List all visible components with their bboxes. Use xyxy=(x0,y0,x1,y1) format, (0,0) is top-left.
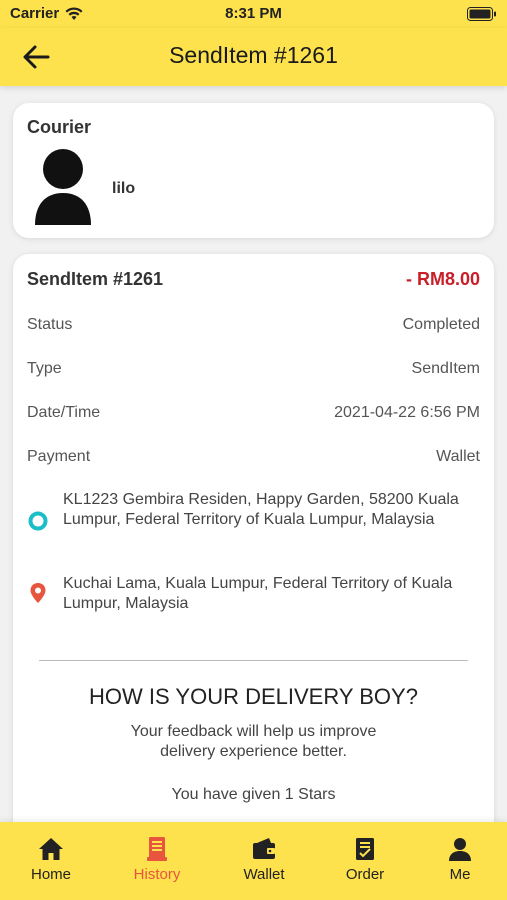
type-value: SendItem xyxy=(411,360,480,377)
home-icon xyxy=(39,838,63,860)
type-label: Type xyxy=(27,360,62,377)
pickup-circle-icon xyxy=(28,511,48,531)
tab-me[interactable]: Me xyxy=(420,836,500,883)
page-title: SendItem #1261 xyxy=(169,42,338,68)
pickup-address: KL1223 Gembira Residen, Happy Garden, 58… xyxy=(27,490,480,552)
tab-wallet[interactable]: Wallet xyxy=(224,836,304,883)
rating-given-text: You have given 1 Stars xyxy=(171,786,336,803)
status-label: Status xyxy=(27,316,73,333)
order-detail-card: SendItem #1261 - RM8.00 Status Completed… xyxy=(13,254,494,822)
battery-icon xyxy=(467,7,496,21)
tab-wallet-label: Wallet xyxy=(243,866,285,883)
tab-me-label: Me xyxy=(449,866,471,883)
feedback-title: HOW IS YOUR DELIVERY BOY? xyxy=(89,684,418,709)
order-icon xyxy=(356,838,374,860)
wallet-icon xyxy=(253,838,275,859)
courier-name: lilo xyxy=(112,180,136,197)
type-row: Type SendItem xyxy=(27,360,480,382)
status-row: Status Completed xyxy=(27,316,480,338)
tab-home-label: Home xyxy=(30,866,71,883)
content-area[interactable]: Courier lilo SendItem #1261 - RM8.00 Sta… xyxy=(0,86,507,822)
nav-header: SendItem #1261 xyxy=(0,28,507,86)
location-pin-icon xyxy=(30,583,46,603)
status-time: 8:31 PM xyxy=(225,5,282,22)
datetime-value: 2021-04-22 6:56 PM xyxy=(334,404,480,421)
payment-value: Wallet xyxy=(436,448,480,465)
avatar-icon xyxy=(35,149,91,225)
payment-row: Payment Wallet xyxy=(27,448,480,470)
courier-card: Courier lilo xyxy=(13,103,494,238)
tab-order-label: Order xyxy=(345,866,385,883)
order-title: SendItem #1261 xyxy=(27,269,164,289)
person-icon xyxy=(449,838,471,861)
feedback-line-2: delivery experience better. xyxy=(160,743,347,760)
datetime-row: Date/Time 2021-04-22 6:56 PM xyxy=(27,404,480,426)
payment-label: Payment xyxy=(27,448,91,465)
history-icon xyxy=(147,837,167,861)
feedback-line-1: Your feedback will help us improve xyxy=(130,723,377,740)
tab-history-label: History xyxy=(133,866,181,883)
datetime-label: Date/Time xyxy=(27,404,101,421)
feedback-description: Your feedback will help us improve deliv… xyxy=(13,722,494,762)
order-amount: - RM8.00 xyxy=(405,269,480,289)
tab-home[interactable]: Home xyxy=(11,836,91,883)
dropoff-address: Kuchai Lama, Kuala Lumpur, Federal Terri… xyxy=(27,574,480,616)
pickup-address-text: KL1223 Gembira Residen, Happy Garden, 58… xyxy=(63,491,459,528)
status-value: Completed xyxy=(402,316,480,333)
bottom-tab-bar: Home History Wallet Order Me xyxy=(0,822,507,900)
tab-history[interactable]: History xyxy=(117,836,197,883)
status-bar: Carrier 8:31 PM xyxy=(0,0,507,28)
divider xyxy=(39,660,468,661)
dropoff-address-text: Kuchai Lama, Kuala Lumpur, Federal Terri… xyxy=(63,575,453,612)
courier-heading: Courier xyxy=(27,117,92,137)
tab-order[interactable]: Order xyxy=(325,836,405,883)
